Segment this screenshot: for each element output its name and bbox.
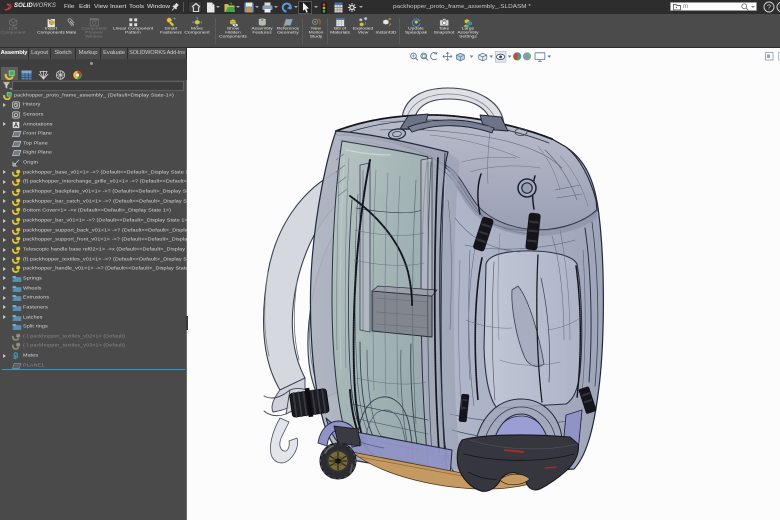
- svg-text:?: ?: [767, 3, 771, 12]
